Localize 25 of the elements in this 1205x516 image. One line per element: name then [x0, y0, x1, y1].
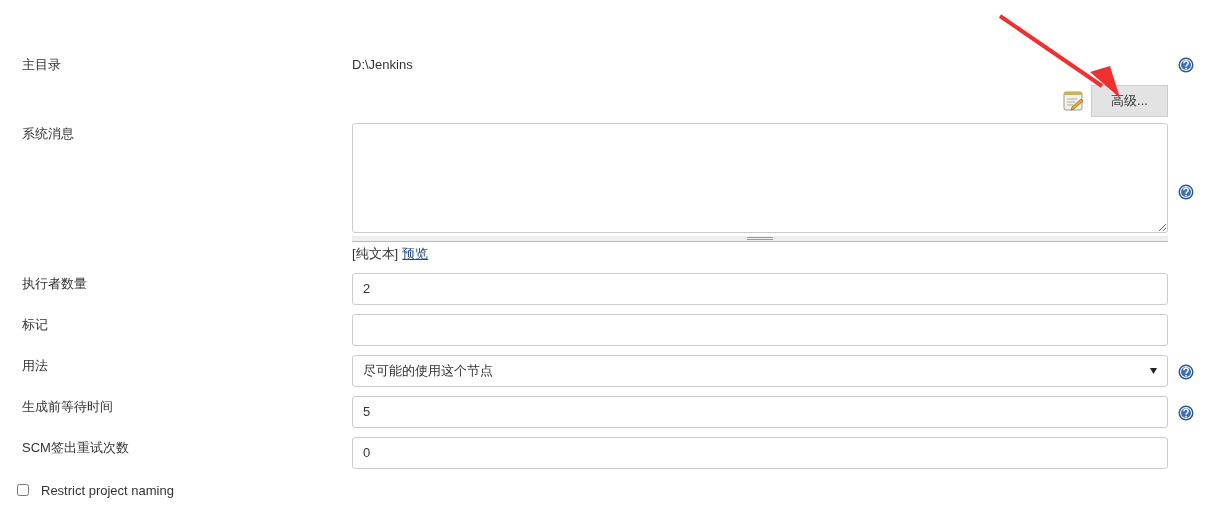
field-label: 系统消息 [21, 125, 75, 143]
help-icon[interactable] [1178, 184, 1194, 200]
usage-select[interactable]: 尽可能的使用这个节点 [352, 354, 1168, 387]
input-field[interactable]: 5 [352, 395, 1168, 428]
help-icon[interactable] [1178, 363, 1194, 380]
preview-link[interactable]: 预览 [402, 244, 429, 264]
resize-handle[interactable] [352, 236, 1168, 242]
field-label: 标记 [21, 315, 49, 334]
input-field[interactable] [352, 313, 1168, 346]
checkbox-label: Restrict project naming [41, 481, 174, 500]
field-label: 生成前等待时间 [21, 397, 114, 416]
restrict-naming-checkbox[interactable] [17, 484, 29, 497]
field-label: 用法 [21, 356, 49, 375]
notepad-pencil-icon [1063, 89, 1085, 112]
help-icon[interactable] [1178, 57, 1194, 73]
input-field[interactable]: 0 [352, 436, 1168, 469]
field-label: SCM签出重试次数 [21, 438, 130, 457]
input-field[interactable]: 2 [352, 272, 1168, 305]
format-label: [纯文本] [352, 245, 399, 263]
home-dir-value: D:\Jenkins [352, 56, 414, 74]
advanced-button[interactable]: 高级... [1091, 84, 1168, 117]
field-label: 主目录 [21, 56, 62, 74]
help-icon[interactable] [1178, 404, 1194, 421]
dropdown-caret-icon [1150, 367, 1157, 374]
field-label: 执行者数量 [21, 274, 88, 293]
